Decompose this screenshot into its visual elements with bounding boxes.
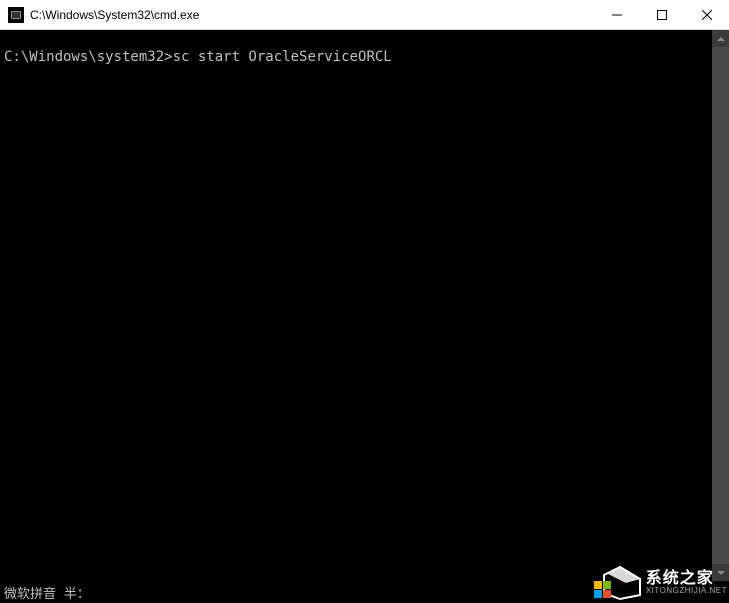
window-title: C:\Windows\System32\cmd.exe (30, 8, 594, 22)
maximize-button[interactable] (639, 0, 684, 29)
watermark-sub-text: XITONGZHIJIA.NET (646, 587, 727, 595)
minimize-button[interactable] (594, 0, 639, 29)
scrollbar-up-button[interactable] (712, 30, 729, 47)
ime-status-text: 微软拼音 半： (4, 583, 90, 602)
watermark-logo-icon (592, 565, 642, 601)
terminal-area: C:\Windows\system32>sc start OracleServi… (0, 30, 729, 581)
titlebar[interactable]: C:\Windows\System32\cmd.exe (0, 0, 729, 30)
close-button[interactable] (684, 0, 729, 29)
prompt-text: C:\Windows\system32> (4, 49, 173, 65)
cmd-icon (8, 7, 24, 23)
terminal-output[interactable]: C:\Windows\system32>sc start OracleServi… (0, 30, 712, 581)
cmd-window: C:\Windows\System32\cmd.exe C:\Windows\s… (0, 0, 729, 603)
vertical-scrollbar[interactable] (712, 30, 729, 581)
watermark-text: 系统之家 XITONGZHIJIA.NET (646, 571, 727, 595)
watermark-main-text: 系统之家 (646, 571, 714, 587)
watermark: 系统之家 XITONGZHIJIA.NET (592, 565, 727, 601)
scrollbar-track[interactable] (712, 47, 729, 564)
window-controls (594, 0, 729, 29)
scrollbar-thumb[interactable] (712, 47, 729, 564)
command-text: sc start OracleServiceORCL (173, 49, 392, 65)
